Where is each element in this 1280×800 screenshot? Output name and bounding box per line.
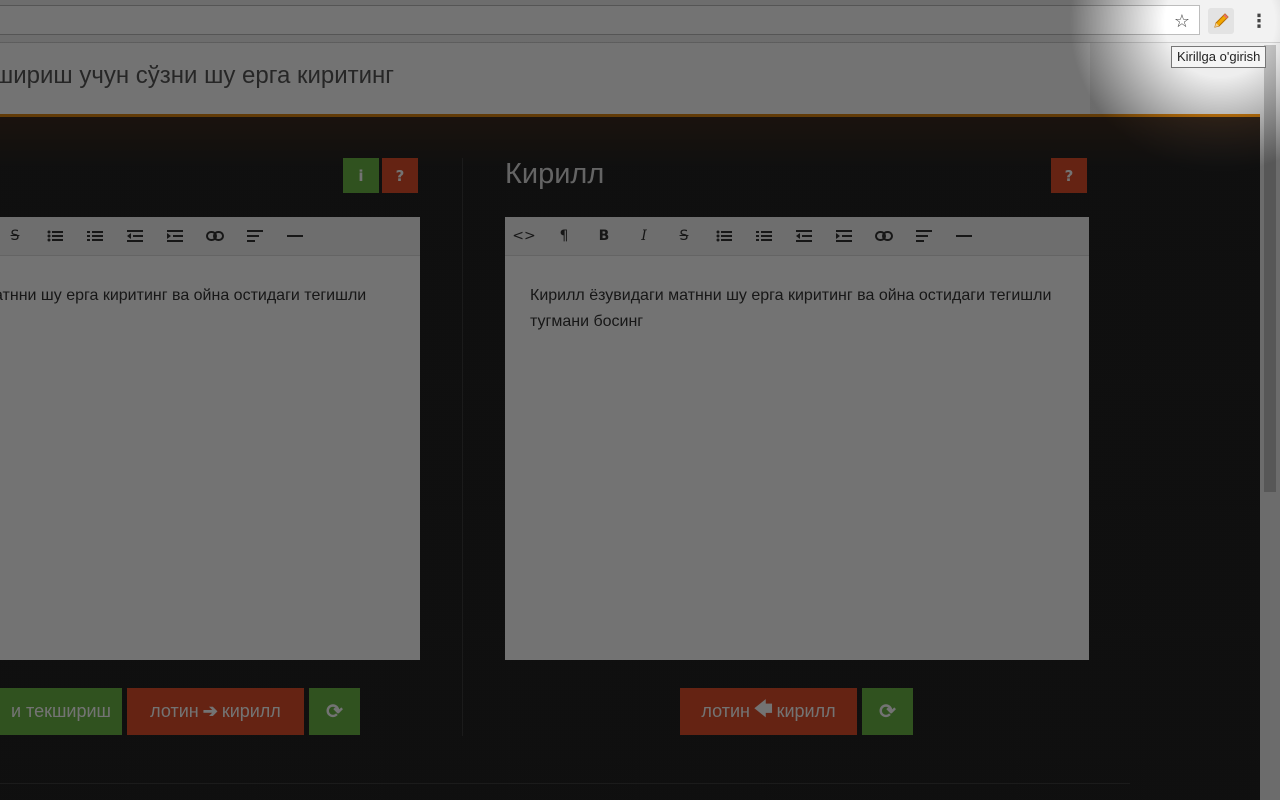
strikethrough-icon[interactable]: S bbox=[669, 217, 699, 255]
code-icon[interactable]: <> bbox=[509, 217, 539, 255]
check-button-label: и текшириш bbox=[11, 701, 111, 721]
bold-icon[interactable]: B bbox=[589, 217, 619, 255]
refresh-icon: ⟳ bbox=[326, 701, 343, 723]
bullet-list-icon[interactable] bbox=[709, 217, 739, 255]
address-bar[interactable] bbox=[0, 5, 1200, 35]
numbered-list-icon[interactable] bbox=[80, 217, 110, 255]
latin-editor[interactable]: S атнни шу ерга киритинг ва ойна остидаг… bbox=[0, 217, 420, 660]
info-icon: i bbox=[358, 166, 364, 185]
cyrillic-editor-text: Кирилл ёзувидаги матнни шу ерга киритинг… bbox=[530, 287, 1052, 330]
paragraph-icon[interactable]: ¶ bbox=[549, 217, 579, 255]
browser-menu-icon[interactable]: ⋮ bbox=[1246, 8, 1272, 34]
question-icon: ? bbox=[1064, 166, 1074, 185]
check-spelling-button[interactable]: и текшириш bbox=[0, 688, 122, 735]
refresh-icon: ⟳ bbox=[879, 701, 896, 723]
arrow-left-icon: 🡄 bbox=[753, 698, 773, 719]
help-button-right[interactable]: ? bbox=[1051, 158, 1087, 193]
latin-editor-text: атнни шу ерга киритинг ва ойна остидаги … bbox=[0, 287, 367, 304]
latin-editor-toolbar: S bbox=[0, 217, 420, 256]
link-icon[interactable] bbox=[200, 217, 230, 255]
info-button[interactable]: i bbox=[343, 158, 379, 193]
help-button-left[interactable]: ? bbox=[382, 158, 418, 193]
strikethrough-icon[interactable]: S bbox=[0, 217, 30, 255]
numbered-list-icon[interactable] bbox=[749, 217, 779, 255]
panel-divider bbox=[462, 158, 463, 736]
page-title: шириш учун сўзни шу ерга киритинг bbox=[0, 62, 395, 89]
link-icon[interactable] bbox=[869, 217, 899, 255]
indent-icon[interactable] bbox=[160, 217, 190, 255]
browser-toolbar bbox=[0, 0, 1280, 43]
outdent-icon[interactable] bbox=[789, 217, 819, 255]
pencil-icon[interactable] bbox=[1208, 8, 1234, 34]
refresh-button-left[interactable]: ⟳ bbox=[309, 688, 360, 735]
horizontal-rule-icon[interactable] bbox=[949, 217, 979, 255]
footer-divider bbox=[0, 783, 1130, 784]
convert-label-cyrillic: кирилл bbox=[221, 701, 281, 721]
bookmark-star-icon[interactable]: ☆ bbox=[1169, 8, 1195, 34]
cyrillic-editor[interactable]: <> ¶ B I S Кирилл ёзувидаги матнни шу ер… bbox=[505, 217, 1089, 660]
scrollbar-thumb[interactable] bbox=[1264, 45, 1276, 492]
cyrillic-panel-title: Кирилл bbox=[505, 158, 605, 190]
extension-tooltip: Kirillga o'girish bbox=[1171, 46, 1267, 68]
convert-label-cyrillic: кирилл bbox=[776, 701, 836, 721]
latin-to-cyrillic-button[interactable]: лотин ➔ кирилл bbox=[127, 688, 304, 735]
indent-icon[interactable] bbox=[829, 217, 859, 255]
align-left-icon[interactable] bbox=[909, 217, 939, 255]
outdent-icon[interactable] bbox=[120, 217, 150, 255]
question-icon: ? bbox=[395, 166, 405, 185]
bullet-list-icon[interactable] bbox=[40, 217, 70, 255]
convert-label-latin: лотин bbox=[150, 701, 199, 721]
arrow-right-icon: ➔ bbox=[202, 701, 218, 721]
cyrillic-to-latin-button[interactable]: лотин 🡄 кирилл bbox=[680, 688, 857, 735]
refresh-button-right[interactable]: ⟳ bbox=[862, 688, 913, 735]
horizontal-rule-icon[interactable] bbox=[280, 217, 310, 255]
convert-label-latin: лотин bbox=[701, 701, 750, 721]
align-left-icon[interactable] bbox=[240, 217, 270, 255]
cyrillic-editor-toolbar: <> ¶ B I S bbox=[505, 217, 1089, 256]
italic-icon[interactable]: I bbox=[629, 217, 659, 255]
